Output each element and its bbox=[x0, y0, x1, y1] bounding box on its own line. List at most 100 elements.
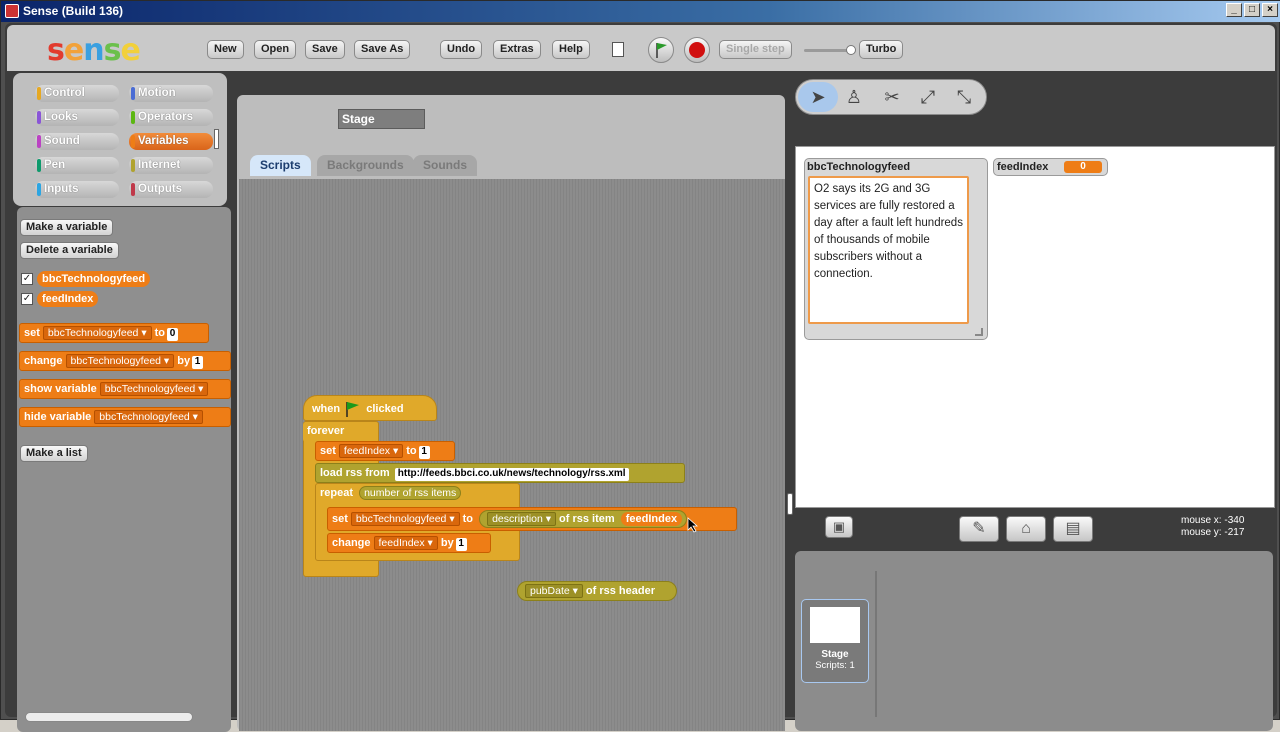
variable-bbc-feed[interactable]: bbcTechnologyfeed bbox=[37, 271, 151, 287]
category-inputs[interactable]: Inputs bbox=[35, 181, 119, 198]
sprite-name-field[interactable]: Stage bbox=[338, 109, 425, 129]
green-flag-icon bbox=[656, 43, 667, 58]
close-button[interactable]: × bbox=[1262, 3, 1278, 17]
category-internet[interactable]: Internet bbox=[129, 157, 213, 174]
pubdate-header-reporter[interactable]: pubDate ▾ of rss header bbox=[517, 581, 677, 601]
arrow-cursor-icon[interactable]: ➤ bbox=[800, 81, 836, 113]
checkbox-bbc-feed[interactable]: ✓ bbox=[21, 273, 33, 285]
logo-letter: s bbox=[47, 33, 65, 68]
stage-canvas[interactable]: bbcTechnologyfeed O2 says its 2G and 3G … bbox=[795, 146, 1275, 508]
slider-knob[interactable] bbox=[846, 45, 856, 55]
shrink-icon[interactable]: ⤡ bbox=[946, 81, 982, 113]
app-client: sense New Open Save Save As Undo Extras … bbox=[5, 23, 1277, 732]
presentation-mode-icon[interactable]: ▣ bbox=[825, 516, 853, 538]
palette-change-block[interactable]: change bbcTechnologyfeed ▾ by 1 bbox=[19, 351, 231, 371]
mouse-x-value: -340 bbox=[1224, 515, 1245, 526]
open-sprite-folder-icon[interactable]: ⌂ bbox=[1006, 516, 1046, 542]
single-step-button[interactable]: Single step bbox=[719, 40, 792, 59]
label: set bbox=[332, 513, 348, 525]
label: to bbox=[406, 445, 417, 457]
category-pen[interactable]: Pen bbox=[35, 157, 119, 174]
label: hide variable bbox=[24, 411, 92, 423]
make-variable-button[interactable]: Make a variable bbox=[20, 219, 114, 236]
value-input[interactable]: 1 bbox=[418, 446, 430, 459]
when-flag-clicked-block[interactable]: when clicked bbox=[303, 395, 437, 421]
value-input[interactable]: 1 bbox=[192, 356, 204, 369]
value-input[interactable]: 1 bbox=[455, 538, 467, 551]
variable-feed-index[interactable]: feedIndex bbox=[37, 291, 99, 307]
field-dropdown[interactable]: description ▾ bbox=[487, 512, 557, 526]
category-variables[interactable]: Variables bbox=[129, 133, 213, 150]
open-button[interactable]: Open bbox=[254, 40, 297, 59]
var-dropdown[interactable]: bbcTechnologyfeed ▾ bbox=[42, 326, 152, 340]
category-looks[interactable]: Looks bbox=[35, 109, 119, 126]
set-feedindex-block[interactable]: set feedIndex ▾ to 1 bbox=[315, 441, 455, 461]
stage-split-handle[interactable] bbox=[787, 493, 793, 515]
category-operators[interactable]: Operators bbox=[129, 109, 213, 126]
sense-logo: sense bbox=[47, 33, 141, 68]
notes-icon[interactable] bbox=[612, 42, 624, 57]
help-button[interactable]: Help bbox=[552, 40, 590, 59]
rss-url-input[interactable]: http://feeds.bbci.co.uk/news/technology/… bbox=[394, 468, 629, 481]
var-dropdown[interactable]: feedIndex ▾ bbox=[373, 536, 438, 550]
label: by bbox=[440, 537, 454, 549]
palette-show-variable-block[interactable]: show variable bbcTechnologyfeed ▾ bbox=[19, 379, 231, 399]
maximize-button[interactable]: □ bbox=[1244, 3, 1260, 17]
repeat-block[interactable]: repeat number of rss items bbox=[316, 484, 516, 504]
app-icon bbox=[5, 4, 19, 18]
green-flag-button[interactable] bbox=[648, 37, 674, 63]
label: by bbox=[177, 355, 191, 367]
save-button[interactable]: Save bbox=[305, 40, 345, 59]
resize-handle-icon[interactable] bbox=[975, 328, 983, 336]
tab-backgrounds[interactable]: Backgrounds bbox=[317, 155, 414, 176]
list-watcher[interactable]: bbcTechnologyfeed O2 says its 2G and 3G … bbox=[804, 158, 988, 340]
stamp-icon[interactable]: ♙ bbox=[836, 81, 872, 113]
tab-scripts[interactable]: Scripts bbox=[250, 155, 311, 176]
save-as-button[interactable]: Save As bbox=[354, 40, 411, 59]
corral-divider bbox=[875, 571, 877, 717]
var-dropdown[interactable]: bbcTechnologyfeed ▾ bbox=[99, 382, 209, 396]
scissors-icon[interactable]: ✂ bbox=[874, 81, 910, 113]
feedindex-reporter[interactable]: feedIndex bbox=[620, 512, 683, 526]
category-scroll-handle[interactable] bbox=[214, 129, 219, 149]
category-control[interactable]: Control bbox=[35, 85, 119, 102]
stop-button[interactable] bbox=[684, 37, 710, 63]
make-list-button[interactable]: Make a list bbox=[20, 445, 88, 462]
var-dropdown[interactable]: bbcTechnologyfeed ▾ bbox=[350, 512, 460, 526]
value-input[interactable]: 0 bbox=[167, 328, 178, 341]
palette-hide-variable-block[interactable]: hide variable bbcTechnologyfeed ▾ bbox=[19, 407, 231, 427]
category-sound[interactable]: Sound bbox=[35, 133, 119, 150]
var-dropdown[interactable]: feedIndex ▾ bbox=[338, 444, 404, 458]
extras-button[interactable]: Extras bbox=[493, 40, 541, 59]
sprite-corral: Stage Scripts: 1 bbox=[795, 551, 1273, 731]
turbo-button[interactable]: Turbo bbox=[859, 40, 904, 59]
label: load rss from bbox=[320, 467, 390, 479]
random-sprite-icon[interactable]: ▤ bbox=[1053, 516, 1093, 542]
minimize-button[interactable]: _ bbox=[1226, 3, 1242, 17]
field-dropdown[interactable]: pubDate ▾ bbox=[525, 584, 583, 598]
variable-watcher[interactable]: feedIndex 0 bbox=[993, 158, 1108, 176]
delete-variable-button[interactable]: Delete a variable bbox=[20, 242, 119, 259]
category-outputs[interactable]: Outputs bbox=[129, 181, 213, 198]
rss-items-reporter[interactable]: number of rss items bbox=[359, 486, 462, 500]
category-motion[interactable]: Motion bbox=[129, 85, 213, 102]
load-rss-block[interactable]: load rss from http://feeds.bbci.co.uk/ne… bbox=[315, 463, 685, 483]
palette-set-block[interactable]: set bbcTechnologyfeed ▾ to 0 bbox=[19, 323, 209, 343]
new-button[interactable]: New bbox=[207, 40, 244, 59]
top-toolbar: sense New Open Save Save As Undo Extras … bbox=[7, 25, 1275, 71]
palette-scrollbar[interactable] bbox=[25, 712, 193, 722]
change-feedindex-block[interactable]: change feedIndex ▾ by 1 bbox=[327, 533, 491, 553]
forever-block[interactable]: forever bbox=[303, 422, 375, 442]
mouse-y-value: -217 bbox=[1224, 527, 1245, 538]
speed-slider[interactable] bbox=[804, 45, 856, 55]
set-feed-block[interactable]: set bbcTechnologyfeed ▾ to description ▾ of… bbox=[327, 507, 737, 531]
var-dropdown[interactable]: bbcTechnologyfeed ▾ bbox=[94, 410, 203, 424]
paint-new-sprite-icon[interactable]: ✎ bbox=[959, 516, 999, 542]
var-dropdown[interactable]: bbcTechnologyfeed ▾ bbox=[65, 354, 175, 368]
undo-button[interactable]: Undo bbox=[440, 40, 483, 59]
checkbox-feed-index[interactable]: ✓ bbox=[21, 293, 33, 305]
grow-icon[interactable]: ⤢ bbox=[910, 81, 946, 113]
stage-thumbnail-card[interactable]: Stage Scripts: 1 bbox=[801, 599, 869, 683]
tab-sounds[interactable]: Sounds bbox=[413, 155, 477, 176]
rss-item-reporter[interactable]: description ▾ of rss item feedIndex bbox=[479, 510, 688, 528]
